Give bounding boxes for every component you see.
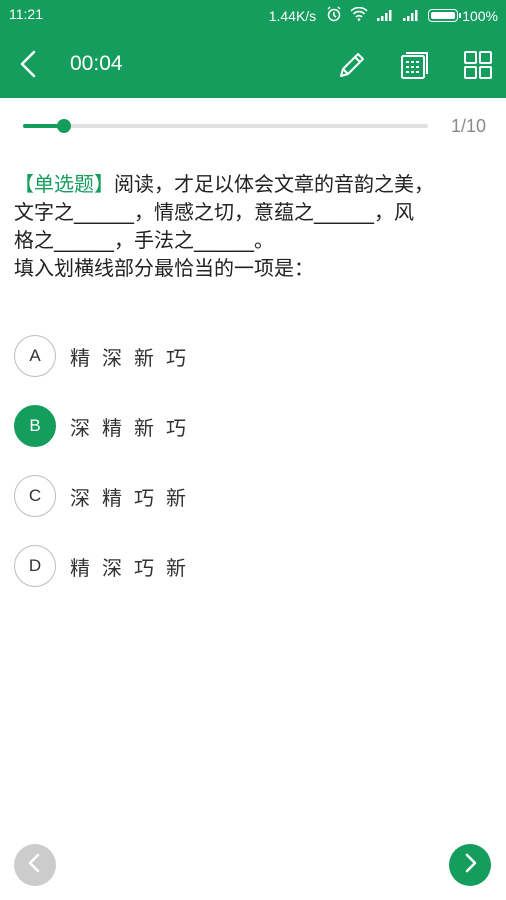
option-b-letter: B: [14, 405, 56, 447]
battery-level: 100%: [462, 7, 498, 24]
grid-icon: [460, 51, 496, 87]
progress-count: 1/10: [451, 116, 487, 136]
signal-icon-2: [402, 8, 420, 24]
option-b[interactable]: B 深精新巧: [14, 404, 484, 448]
option-c[interactable]: C 深精巧新: [14, 474, 484, 518]
question-line-3: 格之______，手法之______。: [14, 228, 274, 252]
option-c-letter: C: [14, 475, 56, 517]
option-a-text: 精深新巧: [70, 345, 198, 370]
pencil-icon: [334, 53, 370, 87]
chevron-right-icon: [458, 851, 482, 879]
timer: 00:04: [70, 52, 123, 75]
signal-icon: [376, 8, 394, 24]
battery-icon: [428, 9, 462, 22]
toolbar: 00:04: [0, 30, 506, 98]
previous-question-button[interactable]: [14, 844, 56, 886]
option-a-letter: A: [14, 335, 56, 377]
question-line-1: 【单选题】阅读，才足以体会文章的音韵之美，: [14, 170, 492, 198]
question-text: 【单选题】阅读，才足以体会文章的音韵之美， 文字之______，情感之切，意蕴之…: [14, 170, 492, 282]
wifi-icon: [350, 6, 368, 24]
question-line-2: 文字之______，情感之切，意蕴之______，风: [14, 200, 414, 224]
alarm-icon: [326, 6, 342, 25]
back-button[interactable]: [12, 44, 48, 84]
question-line-4: 填入划横线部分最恰当的一项是：: [14, 256, 314, 280]
calculator-button[interactable]: [397, 47, 433, 83]
chevron-left-icon: [23, 851, 47, 879]
option-b-text: 深精新巧: [70, 415, 198, 440]
option-d-text: 精深巧新: [70, 555, 198, 580]
chevron-left-icon: [12, 50, 48, 88]
option-a[interactable]: A 精深新巧: [14, 334, 484, 378]
status-indicators: 1.44K/s 100%: [269, 6, 498, 25]
progress-knob: [56, 119, 71, 133]
status-bar: 11:21 1.44K/s 100%: [0, 0, 506, 30]
question-line-1-text: 阅读，才足以体会文章的音韵之美，: [114, 172, 434, 196]
option-c-text: 深精巧新: [70, 485, 198, 510]
status-time: 11:21: [9, 6, 43, 22]
question-type: 【单选题】: [14, 172, 114, 196]
calculator-icon: [397, 52, 433, 87]
progress-bar: [23, 119, 428, 133]
option-d-letter: D: [14, 545, 56, 587]
next-question-button[interactable]: [449, 844, 491, 886]
edit-button[interactable]: [334, 47, 370, 83]
option-d[interactable]: D 精深巧新: [14, 544, 484, 588]
grid-button[interactable]: [460, 47, 496, 83]
network-speed: 1.44K/s: [268, 7, 317, 24]
